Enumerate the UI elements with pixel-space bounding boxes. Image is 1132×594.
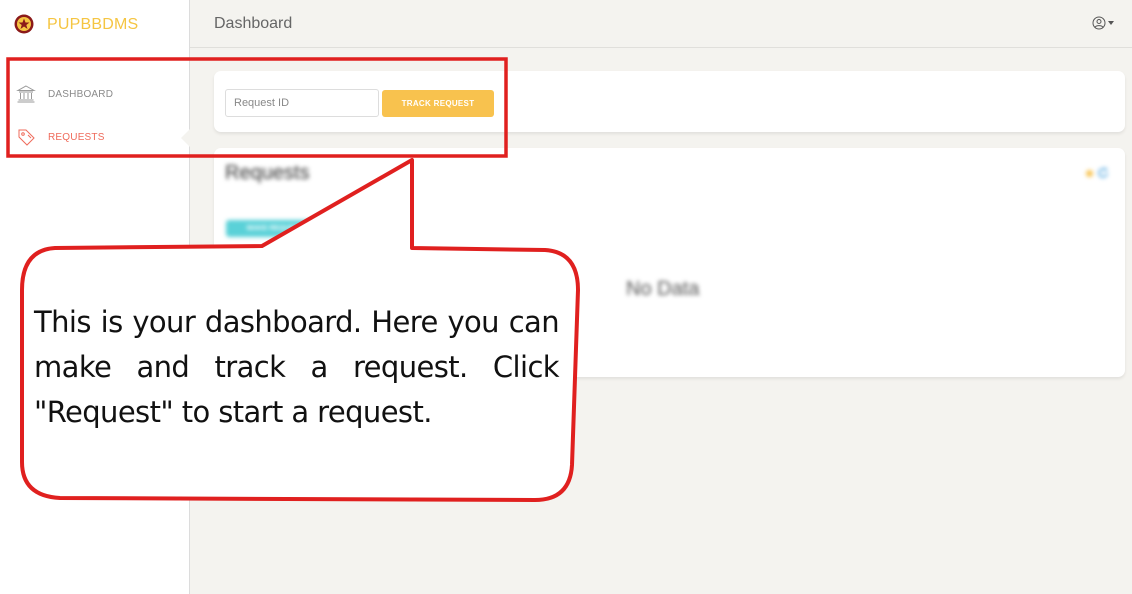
request-id-input[interactable] (225, 89, 379, 117)
requests-title: Requests (225, 162, 310, 184)
track-request-button[interactable]: TRACK REQUEST (382, 90, 494, 117)
sidebar-item-label: REQUESTS (48, 131, 105, 143)
brand-name: PUPBBDMS (47, 16, 139, 33)
sidebar-item-requests[interactable]: REQUESTS (16, 127, 105, 147)
brand[interactable]: PUPBBDMS (0, 0, 190, 48)
logo-icon (14, 14, 34, 34)
make-request-button[interactable]: MAKE REQUEST (226, 220, 324, 237)
sidebar-item-label: DASHBOARD (48, 88, 114, 100)
refresh-icon[interactable] (1097, 167, 1109, 179)
chevron-down-icon (1108, 21, 1114, 25)
user-circle-icon (1092, 16, 1106, 30)
active-caret (181, 129, 190, 147)
tag-icon (18, 129, 35, 146)
bank-icon (16, 85, 36, 103)
track-request-card: TRACK REQUEST (214, 71, 1125, 132)
page-title: Dashboard (214, 15, 293, 32)
empty-state: No Data (626, 278, 700, 300)
sidebar: PUPBBDMS DASHBOARD REQUESTS (0, 0, 190, 594)
topbar: Dashboard (190, 0, 1132, 48)
status-dot (1086, 170, 1093, 177)
tutorial-text: This is your dashboard. Here you can mak… (34, 305, 560, 429)
user-menu-button[interactable] (1092, 16, 1114, 30)
sidebar-item-dashboard[interactable]: DASHBOARD (16, 84, 113, 104)
